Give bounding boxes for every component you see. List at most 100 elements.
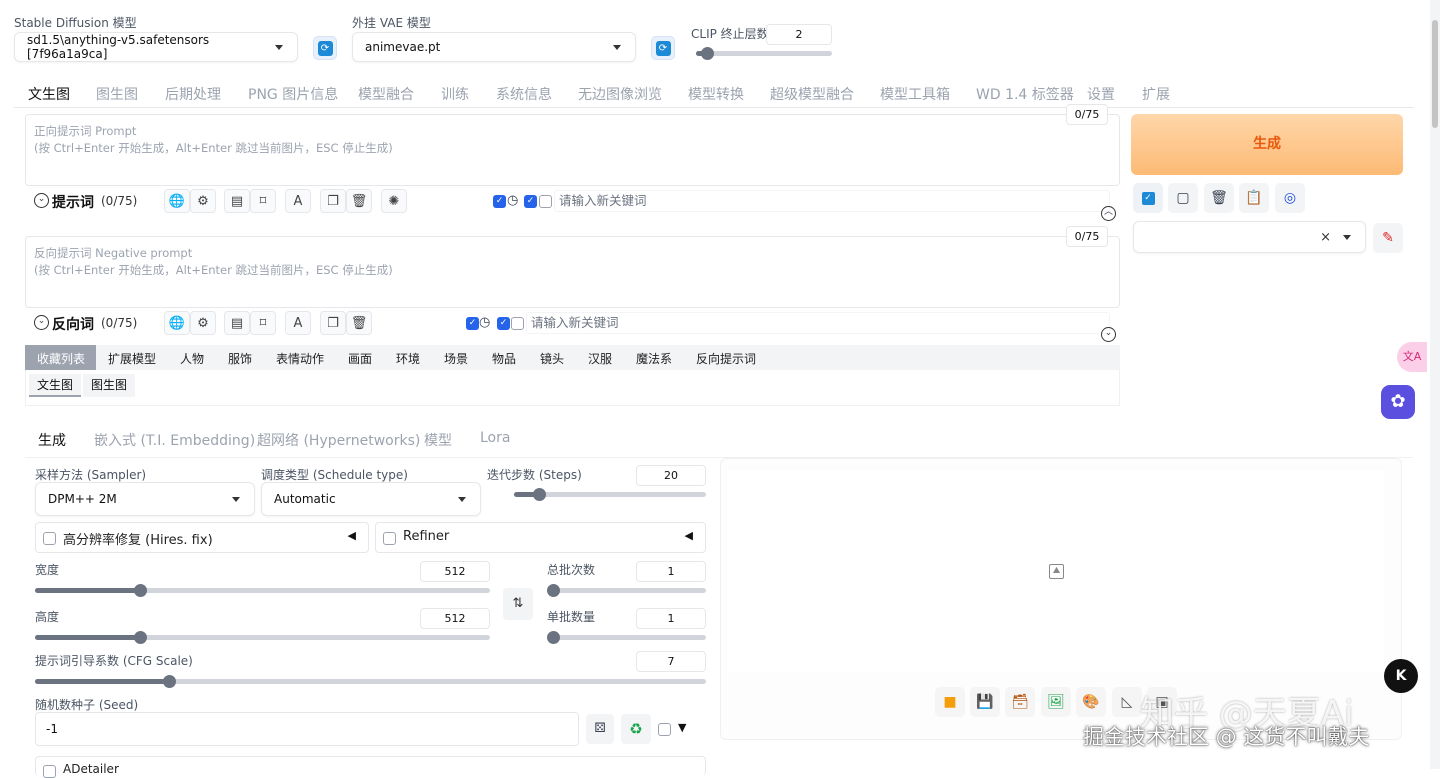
width-slider[interactable] [35, 584, 490, 597]
tab-model-convert[interactable]: 模型转换 [688, 84, 744, 104]
category-item[interactable]: 服饰 [228, 350, 252, 367]
checkbox-checked[interactable]: ✓ [466, 317, 479, 330]
square-icon[interactable]: ▢ [1168, 183, 1198, 213]
category-item[interactable]: 环境 [396, 350, 420, 367]
tab-merge[interactable]: 模型融合 [358, 84, 414, 104]
batch-size-slider-knob[interactable] [547, 631, 560, 644]
tab-system-info[interactable]: 系统信息 [496, 84, 552, 104]
copy-icon[interactable]: ❐ [320, 189, 346, 213]
cfg-slider-knob[interactable] [163, 675, 177, 688]
height-slider[interactable] [35, 631, 490, 644]
tab-png-info[interactable]: PNG 图片信息 [248, 84, 338, 104]
category-item[interactable]: 镜头 [540, 350, 564, 367]
category-item[interactable]: 场景 [444, 350, 468, 367]
adetailer-accordion[interactable]: ADetailer [35, 756, 706, 778]
openai-icon[interactable]: ✺ [381, 189, 407, 213]
schedule-dropdown[interactable]: Automatic [261, 482, 481, 516]
clear-icon[interactable]: × [1320, 230, 1331, 245]
batch-count-slider-knob[interactable] [547, 584, 560, 597]
tab-train[interactable]: 训练 [441, 84, 469, 104]
height-input[interactable]: 512 [420, 608, 490, 629]
category-item[interactable]: 扩展模型 [108, 350, 156, 367]
checkbox-icon[interactable]: ✓ [1133, 183, 1163, 213]
clipboard-icon[interactable]: 📋 [1239, 183, 1269, 213]
translate-icon[interactable]: A [285, 189, 311, 213]
batch-size-slider[interactable] [547, 631, 706, 644]
tab-hypernetworks[interactable]: 超网络 (Hypernetworks) [257, 430, 420, 450]
trash-icon[interactable]: 🗑 [346, 311, 372, 335]
generate-button[interactable]: 生成 [1131, 114, 1403, 175]
dice-icon[interactable]: ⚄ [586, 714, 614, 744]
subtab-img2img[interactable]: 图生图 [83, 374, 135, 397]
folder-icon[interactable]: ■ [935, 687, 965, 717]
tab-embedding[interactable]: 嵌入式 (T.I. Embedding) [94, 430, 255, 450]
gear-icon[interactable]: ⚙ [190, 189, 216, 213]
recycle-icon[interactable]: ♻ [621, 714, 651, 744]
batch-size-input[interactable]: 1 [636, 608, 706, 629]
category-item[interactable]: 表情动作 [276, 350, 324, 367]
checkbox[interactable] [539, 195, 552, 208]
trash-icon[interactable]: 🗑 [1204, 183, 1234, 213]
image-icon[interactable]: 🖼 [1041, 687, 1071, 717]
category-item[interactable]: 魔法系 [636, 350, 672, 367]
tab-generation[interactable]: 生成 [38, 430, 66, 450]
checkbox-checked[interactable]: ✓ [493, 195, 506, 208]
seed-input[interactable]: -1 [35, 712, 579, 746]
refresh-sd-model-button[interactable]: ⟳ [313, 36, 337, 60]
caret-down-icon[interactable]: ▼ [678, 721, 686, 734]
swap-dimensions-button[interactable]: ⇅ [503, 588, 533, 620]
subtab-txt2img[interactable]: 文生图 [29, 374, 81, 397]
steps-slider[interactable] [514, 488, 706, 501]
style-dropdown[interactable]: × [1133, 221, 1366, 253]
chevron-up-icon[interactable]: ︿ [1101, 206, 1116, 221]
adetailer-checkbox[interactable] [43, 765, 56, 778]
tab-settings[interactable]: 设置 [1087, 84, 1115, 104]
tab-model[interactable]: 模型 [424, 430, 452, 450]
tab-lora[interactable]: Lora [480, 430, 510, 446]
category-item[interactable]: 反向提示词 [696, 350, 756, 367]
archive-icon[interactable]: 🗃 [1005, 687, 1035, 717]
spiral-icon[interactable]: ◎ [1275, 183, 1305, 213]
tab-txt2img[interactable]: 文生图 [28, 84, 70, 104]
tab-image-browser[interactable]: 无边图像浏览 [578, 84, 662, 104]
width-input[interactable]: 512 [420, 561, 490, 582]
copy-icon[interactable]: ❐ [320, 311, 346, 335]
collapse-icon[interactable]: ⌄ [34, 193, 49, 208]
keyword-input[interactable]: 请输入新关键词 [526, 312, 1110, 334]
tab-img2img[interactable]: 图生图 [96, 84, 138, 104]
translate-icon[interactable]: A [285, 311, 311, 335]
negative-textarea[interactable]: 反向提示词 Negative prompt (按 Ctrl+Enter 开始生成，… [25, 236, 1120, 308]
sampler-dropdown[interactable]: DPM++ 2M [35, 482, 255, 516]
cfg-input[interactable]: 7 [636, 651, 706, 672]
refiner-accordion[interactable]: Refiner ◀ [375, 522, 706, 553]
document-icon[interactable]: ▤ [224, 311, 250, 335]
cfg-slider[interactable] [35, 675, 706, 688]
tab-model-toolkit[interactable]: 模型工具箱 [880, 84, 950, 104]
globe-icon[interactable]: 🌐 [164, 311, 190, 335]
ruler-icon[interactable]: ◺ [1112, 687, 1142, 717]
checkbox-checked[interactable]: ✓ [524, 195, 537, 208]
hires-checkbox[interactable] [43, 532, 56, 545]
category-favorites[interactable]: 收藏列表 [37, 350, 85, 367]
category-item[interactable]: 物品 [492, 350, 516, 367]
pencil-icon[interactable]: ✎ [1373, 223, 1403, 253]
width-slider-knob[interactable] [133, 584, 147, 597]
refresh-vae-button[interactable]: ⟳ [651, 36, 675, 60]
gear-icon[interactable]: ⚙ [190, 311, 216, 335]
category-item[interactable]: 汉服 [588, 350, 612, 367]
tab-wd-tagger[interactable]: WD 1.4 标签器 [976, 84, 1074, 104]
bookmark-icon[interactable]: ⌑ [250, 311, 276, 335]
sd-model-dropdown[interactable]: sd1.5\anything-v5.safetensors [7f96a1a9c… [14, 32, 298, 62]
checkbox-checked[interactable]: ✓ [497, 317, 510, 330]
bookmark-icon[interactable]: ⌑ [250, 189, 276, 213]
category-item[interactable]: 画面 [348, 350, 372, 367]
height-slider-knob[interactable] [133, 631, 147, 644]
keyword-input[interactable]: 请输入新关键词 [554, 190, 1110, 212]
steps-slider-knob[interactable] [532, 488, 546, 501]
hires-fix-accordion[interactable]: 高分辨率修复 (Hires. fix) ◀ [35, 522, 369, 553]
prompt-textarea[interactable]: 正向提示词 Prompt (按 Ctrl+Enter 开始生成，Alt+Enter… [25, 114, 1120, 186]
clip-slider[interactable] [696, 47, 832, 60]
globe-icon[interactable]: 🌐 [164, 189, 190, 213]
checkbox[interactable] [511, 317, 524, 330]
save-icon[interactable]: 💾 [970, 687, 1000, 717]
